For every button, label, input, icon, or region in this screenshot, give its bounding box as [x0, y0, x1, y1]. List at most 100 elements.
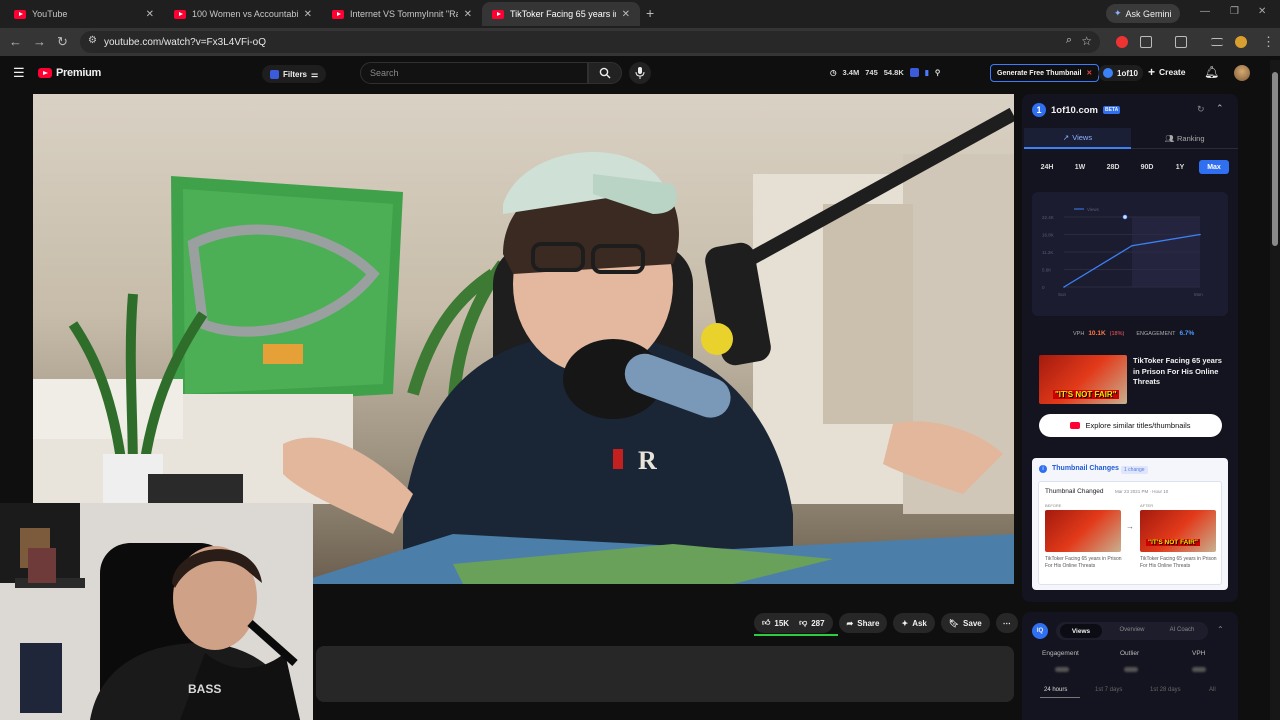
thumbnail-text: "IT'S NOT FAIR" — [1053, 390, 1119, 399]
create-label: Create — [1159, 67, 1186, 77]
dislike-button[interactable]: 👎︎ 287 — [799, 618, 824, 628]
iq-badge-icon[interactable]: IQ — [1032, 623, 1048, 639]
like-dislike-group: 👍︎ 15K 👎︎ 287 — [754, 613, 838, 636]
description-box[interactable] — [316, 646, 1014, 702]
new-tab-button[interactable]: + — [646, 5, 654, 21]
panel-tab-views[interactable]: ↗ Views — [1024, 128, 1131, 149]
bar-chart-icon[interactable]: ▮ — [925, 68, 929, 77]
streamer-webcam-overlay: BASS — [0, 503, 313, 720]
close-tab-icon[interactable]: ✕ — [304, 9, 312, 20]
back-icon[interactable]: ← — [9, 34, 22, 49]
forward-icon[interactable]: → — [33, 34, 46, 49]
site-info-icon[interactable]: ⚙ — [88, 35, 97, 46]
panel2-tab-views[interactable]: Views — [1060, 624, 1102, 638]
range-max[interactable]: Max — [1199, 160, 1229, 174]
range-28d[interactable]: 28D — [1102, 160, 1124, 174]
search-input[interactable]: Search — [360, 62, 588, 84]
close-tab-icon[interactable]: ✕ — [146, 9, 154, 20]
chart-point — [1131, 244, 1133, 247]
save-label: Save — [963, 618, 982, 628]
chart-y-tick: 11.2K — [1042, 250, 1053, 255]
range-24h[interactable]: 24H — [1036, 160, 1058, 174]
col-outlier: Outlier — [1120, 650, 1140, 657]
ask-label: Ask — [912, 618, 927, 628]
thumbnail-changes-card: i Thumbnail Changes 1 change Thumbnail C… — [1032, 458, 1228, 590]
explore-similar-button[interactable]: Explore similar titles/thumbnails — [1039, 414, 1222, 437]
oneof10-button[interactable]: 1of10 — [1098, 65, 1143, 81]
blurred-value — [1124, 667, 1138, 672]
tab-youtube[interactable]: YouTube ✕ — [4, 2, 164, 26]
webcam-frame: BASS — [0, 503, 313, 720]
panel2-collapse-icon[interactable]: ⌃ — [1217, 625, 1224, 634]
time-tab-24h[interactable]: 24 hours — [1044, 687, 1067, 693]
address-bar[interactable]: ⚙ youtube.com/watch?v=Fx3L4VFi-oQ ☆ ⌕ — [80, 31, 1100, 53]
youtube-favicon-icon — [174, 9, 186, 19]
account-avatar[interactable] — [1234, 65, 1250, 81]
tab-title: YouTube — [32, 9, 68, 19]
blurred-value — [1055, 667, 1069, 672]
profile-avatar-icon[interactable] — [1235, 36, 1247, 48]
close-window-icon[interactable]: ✕ — [1258, 6, 1266, 17]
like-button[interactable]: 👍︎ 15K — [762, 618, 789, 628]
bookmark-icon: 🔖︎ — [948, 618, 960, 628]
generate-thumbnail-label: Generate Free Thumbnail — [997, 69, 1082, 77]
pin-icon[interactable]: ⚲ — [935, 68, 941, 77]
generate-thumbnail-button[interactable]: Generate Free Thumbnail ✕ — [990, 64, 1100, 82]
time-tab-28d[interactable]: 1st 28 days — [1150, 687, 1181, 693]
notifications-bell-icon[interactable]: 🔔︎ — [1204, 65, 1219, 79]
reading-list-icon[interactable] — [1211, 38, 1223, 46]
tab-internet-vs-tommyinnit[interactable]: Internet VS TommyInnit "Racis ✕ — [322, 2, 482, 26]
panel-tab-ranking[interactable]: 👥︎ Ranking — [1131, 128, 1238, 149]
close-icon[interactable]: ✕ — [1086, 69, 1092, 77]
ask-button[interactable]: ✦ Ask — [893, 613, 935, 633]
panel-video-title[interactable]: TikToker Facing 65 years in Prison For H… — [1133, 356, 1227, 388]
more-actions-button[interactable]: ⋯ — [995, 613, 1018, 633]
bookmark-star-icon[interactable]: ☆ — [1081, 34, 1092, 48]
tab-tiktoker[interactable]: TikToker Facing 65 years in Pri ✕ — [482, 2, 640, 26]
range-1w[interactable]: 1W — [1069, 160, 1091, 174]
sliders-icon: ⚌ — [311, 69, 319, 79]
time-tab-7d[interactable]: 1st 7 days — [1095, 687, 1122, 693]
extensions-puzzle-icon[interactable] — [1140, 36, 1152, 48]
browser-toolbar: ← → ↻ ⚙ youtube.com/watch?v=Fx3L4VFi-oQ … — [0, 28, 1280, 56]
range-1y[interactable]: 1Y — [1169, 160, 1191, 174]
voice-search-button[interactable] — [629, 62, 651, 84]
close-tab-icon[interactable]: ✕ — [464, 9, 472, 20]
hamburger-menu-icon[interactable]: ☰ — [13, 65, 25, 81]
media-control-icon[interactable] — [1175, 36, 1187, 48]
youtube-premium-logo[interactable]: Premium — [38, 67, 101, 79]
filters-button[interactable]: Filters ⚌ — [262, 65, 327, 83]
panel2-tab-ai-coach[interactable]: AI Coach — [1160, 627, 1204, 633]
browser-tab-bar: YouTube ✕ 100 Women vs Accountability - … — [0, 0, 1280, 28]
panel2-tab-overview[interactable]: Overview — [1110, 627, 1154, 633]
minimize-icon[interactable]: — — [1200, 6, 1210, 17]
col-vph: VPH — [1192, 650, 1206, 657]
thumb-changes-title: Thumbnail Changes — [1052, 465, 1119, 472]
info-icon: i — [1039, 465, 1047, 473]
thumb-changed-label: Thumbnail Changed — [1045, 488, 1104, 495]
ext-icon-a[interactable] — [909, 68, 919, 77]
tab-100-women[interactable]: 100 Women vs Accountability - ✕ — [164, 2, 322, 26]
maximize-icon[interactable]: ❐ — [1230, 6, 1239, 17]
microphone-icon — [635, 67, 645, 79]
range-90d[interactable]: 90D — [1136, 160, 1158, 174]
search-button[interactable] — [588, 62, 622, 84]
create-button[interactable]: + Create — [1148, 65, 1185, 79]
time-tab-all[interactable]: All — [1209, 687, 1216, 693]
share-button[interactable]: ➦ Share — [838, 613, 888, 633]
ask-gemini-button[interactable]: ✦ Ask Gemini — [1106, 4, 1180, 23]
browser-menu-icon[interactable]: ⋮ — [1262, 34, 1275, 50]
reload-icon[interactable]: ↻ — [57, 34, 68, 50]
share-label: Share — [857, 618, 880, 628]
chart-y-tick: 5.6K — [1042, 268, 1051, 273]
close-tab-icon[interactable]: ✕ — [622, 9, 630, 20]
video-thumbnail[interactable]: "IT'S NOT FAIR" — [1039, 355, 1127, 404]
extension-icon[interactable] — [1116, 36, 1128, 48]
zoom-icon[interactable]: ⌕ — [1066, 34, 1072, 47]
youtube-logo-icon — [38, 68, 52, 78]
page-scrollbar-thumb[interactable] — [1272, 72, 1278, 246]
refresh-icon[interactable]: ↻ — [1197, 104, 1205, 115]
plus-icon: + — [1148, 65, 1156, 79]
save-button[interactable]: 🔖︎ Save — [940, 613, 990, 633]
collapse-icon[interactable]: ⌃ — [1216, 103, 1224, 114]
